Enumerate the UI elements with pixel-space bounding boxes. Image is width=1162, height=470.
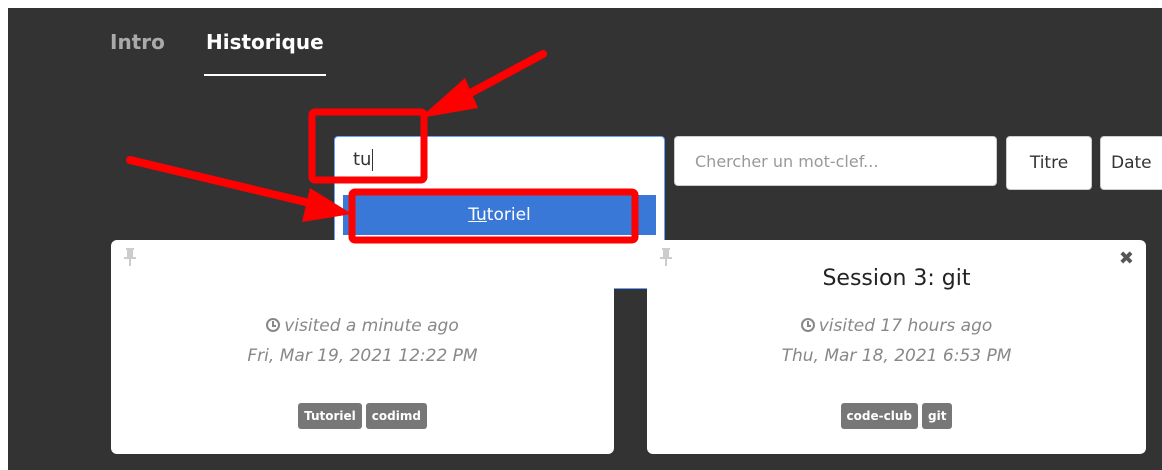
tag-badge[interactable]: Tutoriel [298, 403, 362, 429]
card-tags: Tutoriel codimd [111, 403, 614, 429]
pin-icon[interactable] [123, 248, 137, 266]
active-tab-indicator [204, 74, 326, 76]
suggestion-rest: toriel [486, 205, 531, 225]
suggestion-tutoriel[interactable]: Tutoriel [343, 195, 656, 235]
history-panel: Intro Historique tu Tutoriel features Ti… [8, 8, 1162, 470]
clock-icon [266, 318, 281, 332]
tag-badge[interactable]: codimd [365, 403, 427, 429]
tag-filter-input[interactable]: tu [334, 136, 665, 186]
history-card[interactable]: visited a minute ago Fri, Mar 19, 2021 1… [111, 240, 614, 454]
text-caret [372, 149, 374, 171]
tab-historique[interactable]: Historique [206, 30, 324, 54]
card-datetime: Fri, Mar 19, 2021 12:22 PM [247, 346, 478, 366]
tag-badge[interactable]: git [921, 403, 953, 429]
suggestion-match: Tu [468, 205, 487, 225]
keyword-search-input[interactable] [675, 137, 996, 185]
keyword-search [674, 136, 997, 186]
history-card[interactable]: ✖ Session 3: git visited 17 hours ago Th… [647, 240, 1146, 454]
card-visited: visited 17 hours ago [647, 316, 1146, 336]
card-title: Session 3: git [822, 266, 971, 291]
pin-icon[interactable] [659, 248, 673, 266]
sort-title-button[interactable]: Titre [1006, 136, 1092, 190]
card-tags: code-club git [647, 403, 1146, 429]
tab-intro[interactable]: Intro [110, 30, 165, 54]
tag-badge[interactable]: code-club [840, 403, 918, 429]
sort-date-button[interactable]: Date [1100, 136, 1162, 190]
card-visited: visited a minute ago [111, 316, 614, 336]
card-datetime: Thu, Mar 18, 2021 6:53 PM [781, 346, 1012, 366]
clock-icon [800, 318, 815, 332]
tag-filter-value: tu [353, 149, 374, 171]
